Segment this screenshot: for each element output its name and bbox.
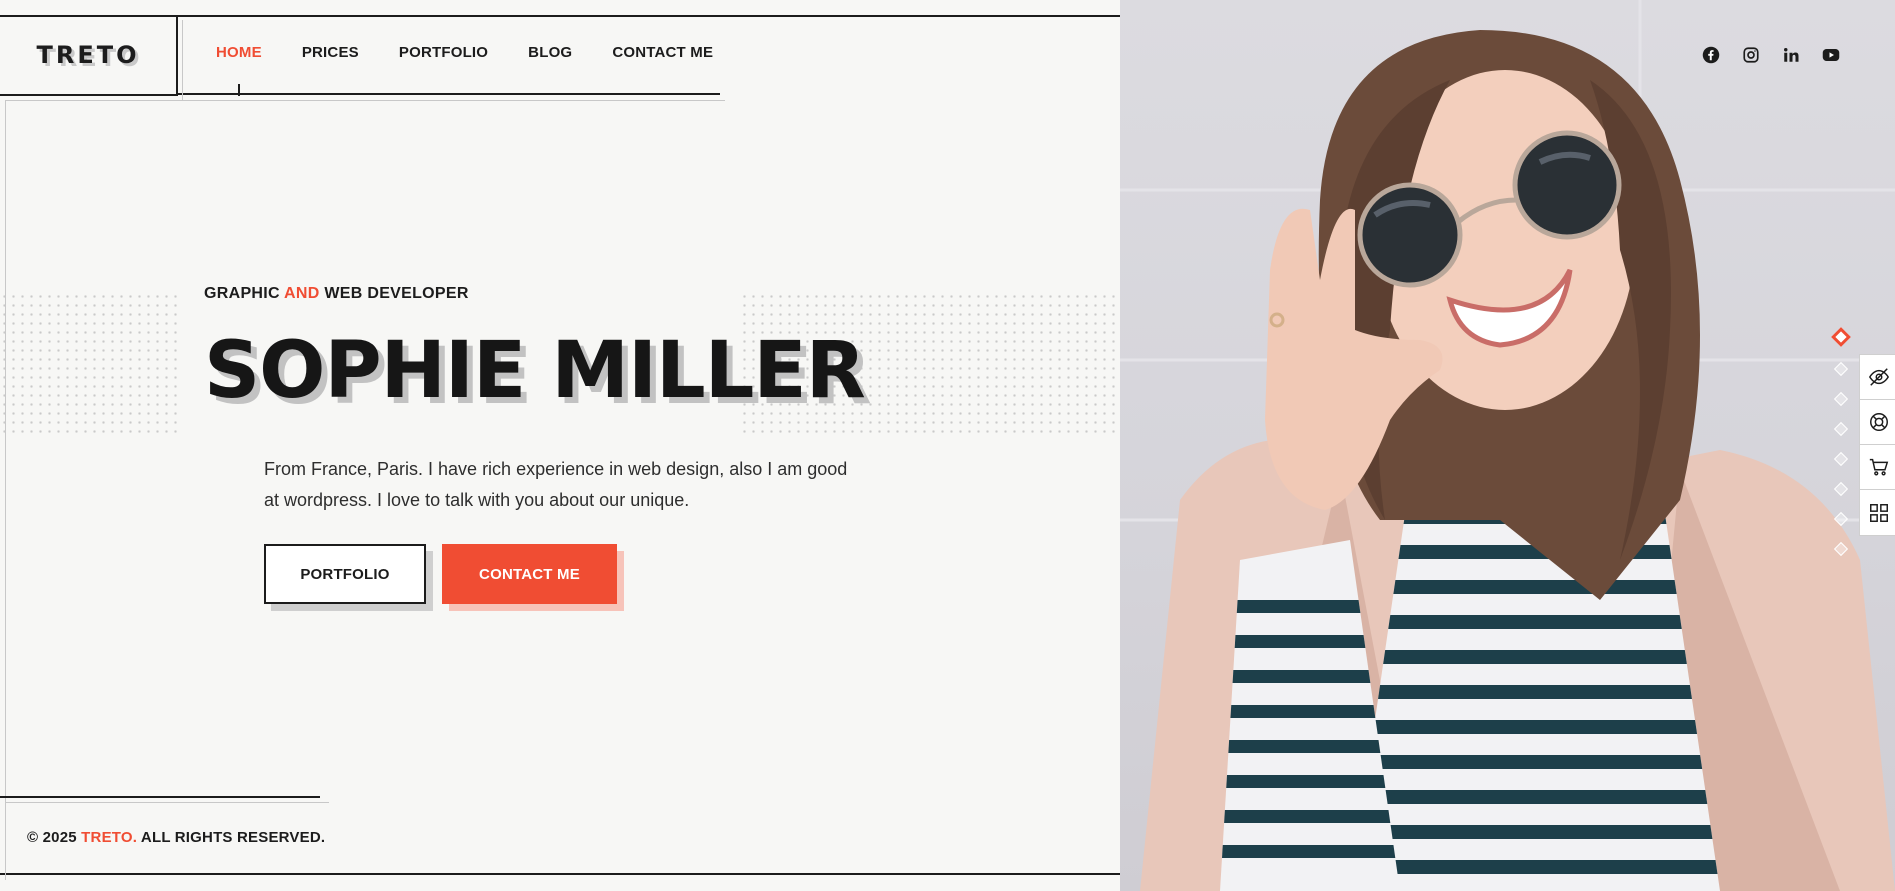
cart-icon[interactable]: [1860, 445, 1895, 490]
eye-off-icon[interactable]: [1860, 355, 1895, 400]
copyright-post: ALL RIGHTS RESERVED.: [137, 829, 326, 846]
grid-icon[interactable]: [1860, 490, 1895, 535]
portrait-illustration: [1120, 0, 1895, 891]
slider-pager: [1831, 327, 1851, 574]
header-underline-shadow: [5, 100, 725, 101]
hero-tagline: GRAPHIC AND WEB DEVELOPER: [204, 285, 469, 303]
hero-description: From France, Paris. I have rich experien…: [264, 459, 848, 510]
nav-portfolio[interactable]: PORTFOLIO: [399, 44, 488, 61]
pager-dot-6[interactable]: [1833, 481, 1849, 497]
footer-line: [0, 796, 320, 798]
instagram-icon[interactable]: [1740, 44, 1762, 66]
logo[interactable]: TRETO: [36, 41, 139, 69]
pager-dot-2[interactable]: [1833, 361, 1849, 377]
nav-blog[interactable]: BLOG: [528, 44, 572, 61]
social-links: [1700, 44, 1842, 66]
tagline-pre: GRAPHIC: [204, 285, 285, 302]
nav-active-indicator: [238, 84, 240, 96]
lifebuoy-icon[interactable]: [1860, 400, 1895, 445]
side-toolbar: [1859, 354, 1895, 536]
dot-pattern-left: [0, 292, 178, 438]
footer-line-shadow: [5, 802, 329, 803]
youtube-icon[interactable]: [1820, 44, 1842, 66]
pager-dot-5[interactable]: [1833, 451, 1849, 467]
tagline-post: WEB DEVELOPER: [319, 285, 469, 302]
tagline-accent: AND: [284, 285, 320, 302]
hero-photo: [1120, 0, 1895, 891]
frame-left-line: [5, 100, 6, 880]
linkedin-icon[interactable]: [1780, 44, 1802, 66]
hero-name: SOPHIE MILLER: [204, 326, 866, 416]
nav-contact-me[interactable]: CONTACT ME: [612, 44, 713, 61]
portfolio-button[interactable]: PORTFOLIO: [264, 544, 426, 604]
header-underline: [178, 93, 720, 95]
copyright: © 2025 TRETO. ALL RIGHTS RESERVED.: [27, 829, 325, 846]
pager-dot-7[interactable]: [1833, 511, 1849, 527]
nav-home[interactable]: HOME: [216, 44, 262, 61]
nav-prices[interactable]: PRICES: [302, 44, 359, 61]
copyright-pre: © 2025: [27, 829, 82, 846]
pager-dot-3[interactable]: [1833, 391, 1849, 407]
contact-me-button[interactable]: CONTACT ME: [442, 544, 617, 604]
facebook-icon[interactable]: [1700, 44, 1722, 66]
pager-dot-4[interactable]: [1833, 421, 1849, 437]
pager-dot-8[interactable]: [1833, 541, 1849, 557]
logo-box-shadow-right: [182, 20, 183, 100]
main-nav: HOME PRICES PORTFOLIO BLOG CONTACT ME: [216, 44, 753, 61]
logo-box[interactable]: TRETO: [0, 16, 178, 96]
copyright-brand[interactable]: TRETO.: [81, 829, 137, 846]
